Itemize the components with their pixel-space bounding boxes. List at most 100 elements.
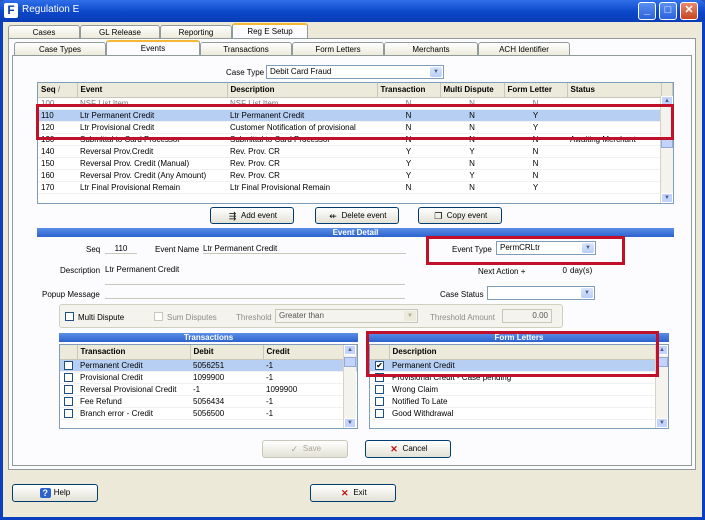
multi-dispute-checkbox[interactable] (65, 312, 74, 321)
table-cell: Ltr Final Provisional Remain (227, 181, 377, 194)
table-row[interactable]: Fee Refund 5056434 -1 (60, 395, 357, 408)
col-credit[interactable]: Credit (263, 345, 345, 360)
table-cell: 5056434 (190, 395, 263, 408)
col-transaction[interactable]: Transaction (377, 83, 441, 98)
col-event[interactable]: Event (77, 83, 228, 98)
letter-checkbox[interactable] (375, 408, 384, 418)
scroll-down-icon[interactable]: ▼ (344, 418, 356, 428)
close-icon[interactable]: ✕ (680, 2, 698, 20)
threshold-select[interactable]: Greater than ▼ (275, 309, 418, 323)
tab-case-types[interactable]: Case Types (14, 42, 106, 56)
events-grid[interactable]: Seq / Event Description Transaction Mult… (37, 82, 674, 204)
tab-gl-release[interactable]: GL Release (80, 25, 160, 39)
col-form-letter[interactable]: Form Letter (504, 83, 568, 98)
list-item[interactable]: Notified To Late (370, 395, 668, 408)
row-checkbox[interactable] (64, 408, 73, 418)
maximize-icon[interactable]: □ (659, 2, 677, 20)
cancel-x-icon: ✕ (390, 443, 398, 454)
tab-transactions[interactable]: Transactions (200, 42, 292, 56)
table-row[interactable]: 150 Reversal Prov. Credit (Manual) Rev. Pr… (38, 157, 673, 170)
table-cell: -1 (263, 407, 344, 420)
table-cell: N (440, 157, 504, 170)
exit-x-icon: ✕ (341, 487, 349, 498)
tab-merchants[interactable]: Merchants (384, 42, 478, 56)
title-bar[interactable] (0, 0, 705, 22)
add-event-label: Add event (240, 211, 278, 220)
checkmark-icon: ✓ (290, 443, 299, 454)
scroll-down-icon[interactable]: ▼ (661, 193, 673, 203)
col-debit[interactable]: Debit (190, 345, 264, 360)
case-status-select[interactable]: ▼ (487, 286, 595, 300)
description-label: Description (60, 266, 101, 275)
table-cell: Rev. Prov. CR (227, 169, 377, 182)
threshold-label: Threshold (236, 313, 272, 322)
table-cell (567, 145, 661, 158)
tab-ach-identifier[interactable]: ACH Identifier (478, 42, 570, 56)
multi-dispute-label: Multi Dispute (78, 313, 125, 322)
case-type-select[interactable]: Debit Card Fraud ▼ (266, 65, 444, 79)
col-description[interactable]: Description (227, 83, 378, 98)
table-cell: N (504, 145, 567, 158)
letter-checkbox[interactable] (375, 384, 384, 394)
next-action-value[interactable]: 0 (555, 266, 567, 275)
table-cell: Y (440, 169, 504, 182)
threshold-amount-label: Threshold Amount (430, 313, 495, 322)
row-checkbox[interactable] (64, 384, 73, 394)
table-row[interactable]: 160 Reversal Prov. Credit (Any Amount) Rev… (38, 169, 673, 182)
col-multi-dispute[interactable]: Multi Dispute (440, 83, 505, 98)
copy-event-icon: ❐ (434, 210, 443, 221)
minimize-icon[interactable]: _ (638, 2, 656, 20)
scroll-down-icon[interactable]: ▼ (656, 418, 668, 428)
tab-cases[interactable]: Cases (8, 25, 80, 39)
table-row[interactable]: 170 Ltr Final Provisional Remain Ltr Final… (38, 181, 673, 194)
table-cell: Y (377, 169, 440, 182)
tab-reporting[interactable]: Reporting (160, 25, 232, 39)
table-cell (567, 181, 661, 194)
exit-label: Exit (353, 488, 367, 497)
table-cell: Reversal Prov. Credit (Any Amount) (77, 169, 227, 182)
table-row[interactable]: Provisional Credit 1099900 -1 (60, 371, 357, 384)
scroll-up-icon[interactable]: ▲ (344, 345, 356, 355)
tab-events[interactable]: Events (106, 40, 200, 56)
table-row[interactable]: Permanent Credit 5056251 -1 (60, 359, 357, 372)
col-seq[interactable]: Seq / (38, 83, 78, 98)
row-checkbox[interactable] (64, 360, 73, 370)
delete-event-label: Delete event (341, 211, 387, 220)
list-item[interactable]: Wrong Claim (370, 383, 668, 396)
list-item[interactable]: Good Withdrawal (370, 407, 668, 420)
event-name-value[interactable]: Ltr Permanent Credit (203, 244, 406, 254)
sum-disputes-checkbox[interactable] (154, 312, 163, 321)
add-event-button[interactable]: ⇶ Add event (210, 207, 294, 224)
transactions-grid[interactable]: Transaction Debit Credit Permanent Credi… (59, 344, 358, 429)
scroll-thumb[interactable] (344, 357, 356, 367)
table-cell: N (504, 169, 567, 182)
row-checkbox[interactable] (64, 372, 73, 382)
delete-event-button[interactable]: ⇷ Delete event (315, 207, 399, 224)
exit-button[interactable]: ✕ Exit (310, 484, 396, 502)
table-row[interactable]: Reversal Provisional Credit -1 1099900 (60, 383, 357, 396)
popup-message-field[interactable] (105, 288, 405, 299)
letter-checkbox[interactable] (375, 396, 384, 406)
table-row[interactable]: Branch error - Credit 5056500 -1 (60, 407, 357, 420)
cancel-label: Cancel (402, 444, 428, 453)
save-button[interactable]: ✓ Save (262, 440, 348, 458)
threshold-amount-input[interactable]: 0.00 (502, 309, 552, 323)
table-cell: -1 (263, 359, 344, 372)
cancel-button[interactable]: ✕ Cancel (365, 440, 451, 458)
description-value[interactable]: Ltr Permanent Credit (105, 265, 405, 285)
col-transaction-name[interactable]: Transaction (77, 345, 191, 360)
transactions-scrollbar[interactable]: ▲ ▼ (343, 345, 356, 428)
col-status[interactable]: Status (567, 83, 662, 98)
highlight-box-events (36, 104, 674, 140)
next-action-unit: day(s) (570, 266, 593, 275)
chevron-down-icon[interactable]: ▼ (404, 311, 416, 321)
tab-reg-e-setup[interactable]: Reg E Setup (232, 23, 308, 39)
row-checkbox[interactable] (64, 396, 73, 406)
copy-event-button[interactable]: ❐ Copy event (418, 207, 502, 224)
help-button[interactable]: ? Help (12, 484, 98, 502)
chevron-down-icon[interactable]: ▼ (430, 67, 442, 77)
tab-form-letters[interactable]: Form Letters (292, 42, 384, 56)
save-label: Save (302, 444, 322, 453)
table-row[interactable]: 140 Reversal Prov.Credit Rev. Prov. CR Y Y N (38, 145, 673, 158)
chevron-down-icon[interactable]: ▼ (581, 288, 593, 298)
